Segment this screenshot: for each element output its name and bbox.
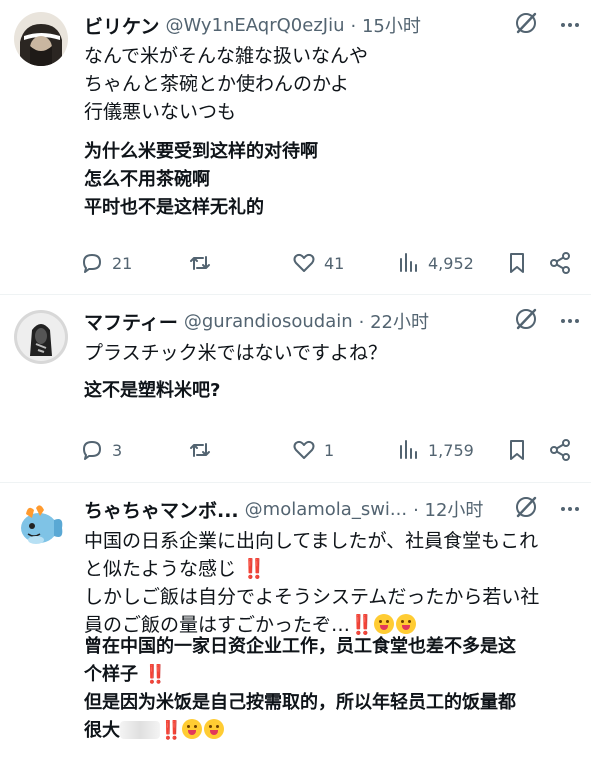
avatar[interactable] — [14, 12, 68, 66]
like-count: 41 — [324, 253, 345, 273]
yum-emoji-icon — [373, 614, 394, 634]
reply-icon — [80, 438, 104, 462]
reply-icon — [80, 251, 104, 275]
like-icon — [292, 438, 316, 462]
text-line: なんで米がそんな雑な扱いなんや — [84, 45, 369, 67]
yum-emoji-icon — [182, 719, 203, 739]
tweet-text: プラスチック米ではないですよね？ — [84, 339, 577, 367]
retweet-button[interactable] — [188, 435, 220, 465]
text-line: 这不是塑料米吧? — [84, 380, 221, 401]
blurred-region — [120, 721, 160, 739]
yum-emoji-icon — [204, 719, 225, 739]
post-time[interactable]: · 15小时 — [351, 12, 421, 38]
text-line: 为什么米要受到这样的对待啊 — [84, 141, 318, 162]
user-name[interactable]: マフティー — [84, 308, 178, 335]
tweet-3[interactable]: ちゃちゃマンボ... @molamola_swi... · 12小时 中国の日系… — [0, 483, 591, 777]
text-line: 中国の日系企業に出向してましたが、社員食堂もこれ — [84, 530, 539, 552]
action-bar: 3 1 1,759 — [80, 435, 579, 465]
bookmark-icon — [505, 251, 529, 275]
tweet-text: 中国の日系企業に出向してましたが、社員食堂もこれ と似たような感じ ‼️ しかし… — [84, 527, 577, 639]
text-line: 但是因为米饭是自己按需取的，所以年轻员工的饭量都 — [84, 692, 516, 713]
user-handle[interactable]: @gurandiosoudain — [184, 311, 353, 332]
post-time[interactable]: · 12小时 — [413, 496, 483, 522]
retweet-icon — [188, 251, 212, 275]
reply-count: 3 — [112, 440, 123, 460]
text-line: と似たような感じ ‼️ — [84, 555, 577, 583]
text-segment: 很大 — [84, 720, 120, 741]
views-button[interactable]: 1,759 — [398, 435, 474, 465]
post-time[interactable]: · 22小时 — [359, 308, 429, 334]
share-button[interactable] — [548, 435, 572, 465]
text-line: 很大 ‼️ — [84, 717, 577, 745]
bookmark-button[interactable] — [505, 248, 529, 278]
tweet-header: ビリケン @Wy1nEAqrQ0ezJiu · 15小时 — [84, 12, 581, 38]
yum-emoji-icon — [395, 614, 416, 634]
avatar[interactable] — [14, 310, 68, 364]
double-exclamation-icon: ‼️ — [160, 720, 182, 741]
more-icon[interactable] — [561, 23, 579, 27]
text-line: しかしご飯は自分でよそうシステムだったから若い社 — [84, 586, 540, 608]
text-segment: と似たような感じ — [84, 558, 237, 580]
like-button[interactable]: 41 — [292, 248, 344, 278]
views-icon — [398, 251, 420, 275]
text-line: 怎么不用茶碗啊 — [84, 169, 210, 190]
grok-icon[interactable] — [513, 494, 539, 524]
text-line: 平时也不是这样无礼的 — [84, 197, 264, 218]
text-line: 个样子 ‼️ — [84, 661, 577, 689]
share-icon — [548, 438, 572, 462]
translation-text: 这不是塑料米吧? — [84, 377, 577, 405]
more-icon[interactable] — [561, 507, 579, 511]
retweet-icon — [188, 438, 212, 462]
reply-count: 21 — [112, 253, 133, 273]
tweet-header: ちゃちゃマンボ... @molamola_swi... · 12小时 — [84, 496, 581, 522]
retweet-button[interactable] — [188, 248, 220, 278]
views-button[interactable]: 4,952 — [398, 248, 474, 278]
reply-button[interactable]: 3 — [80, 435, 122, 465]
action-bar: 21 41 4,952 — [80, 248, 579, 278]
more-icon[interactable] — [561, 319, 579, 323]
tweet-header: マフティー @gurandiosoudain · 22小时 — [84, 308, 581, 334]
views-count: 1,759 — [428, 440, 474, 460]
text-line: 行儀悪いないつも — [84, 101, 237, 123]
user-handle[interactable]: @Wy1nEAqrQ0ezJiu — [165, 15, 344, 36]
grok-icon[interactable] — [513, 10, 539, 40]
avatar[interactable] — [14, 498, 68, 552]
tweet-2[interactable]: マフティー @gurandiosoudain · 22小时 プラスチック米ではな… — [0, 295, 591, 483]
tweet-text: なんで米がそんな雑な扱いなんや ちゃんと茶碗とか使わんのかよ 行儀悪いないつも — [84, 42, 577, 126]
translation-text: 为什么米要受到这样的对待啊 怎么不用茶碗啊 平时也不是这样无礼的 — [84, 138, 577, 222]
grok-icon[interactable] — [513, 306, 539, 336]
like-button[interactable]: 1 — [292, 435, 334, 465]
reply-button[interactable]: 21 — [80, 248, 132, 278]
like-count: 1 — [324, 440, 335, 460]
text-line: プラスチック米ではないですよね？ — [84, 342, 388, 364]
text-segment: 个样子 — [84, 664, 138, 685]
views-icon — [398, 438, 420, 462]
share-icon — [548, 251, 572, 275]
user-name[interactable]: ビリケン — [84, 12, 159, 39]
text-line: ちゃんと茶碗とか使わんのかよ — [84, 73, 350, 95]
user-handle[interactable]: @molamola_swi... — [245, 499, 407, 520]
text-line: 曾在中国的一家日资企业工作，员工食堂也差不多是这 — [84, 636, 516, 657]
double-exclamation-icon: ‼️ — [242, 558, 266, 580]
views-count: 4,952 — [428, 253, 474, 273]
tweet-1[interactable]: ビリケン @Wy1nEAqrQ0ezJiu · 15小时 なんで米がそんな雑な扱… — [0, 0, 591, 295]
bookmark-button[interactable] — [505, 435, 529, 465]
double-exclamation-icon: ‼️ — [144, 664, 166, 685]
user-name[interactable]: ちゃちゃマンボ... — [84, 496, 239, 523]
bookmark-icon — [505, 438, 529, 462]
share-button[interactable] — [548, 248, 572, 278]
like-icon — [292, 251, 316, 275]
translation-text: 曾在中国的一家日资企业工作，员工食堂也差不多是这 个样子 ‼️ 但是因为米饭是自… — [84, 633, 577, 745]
